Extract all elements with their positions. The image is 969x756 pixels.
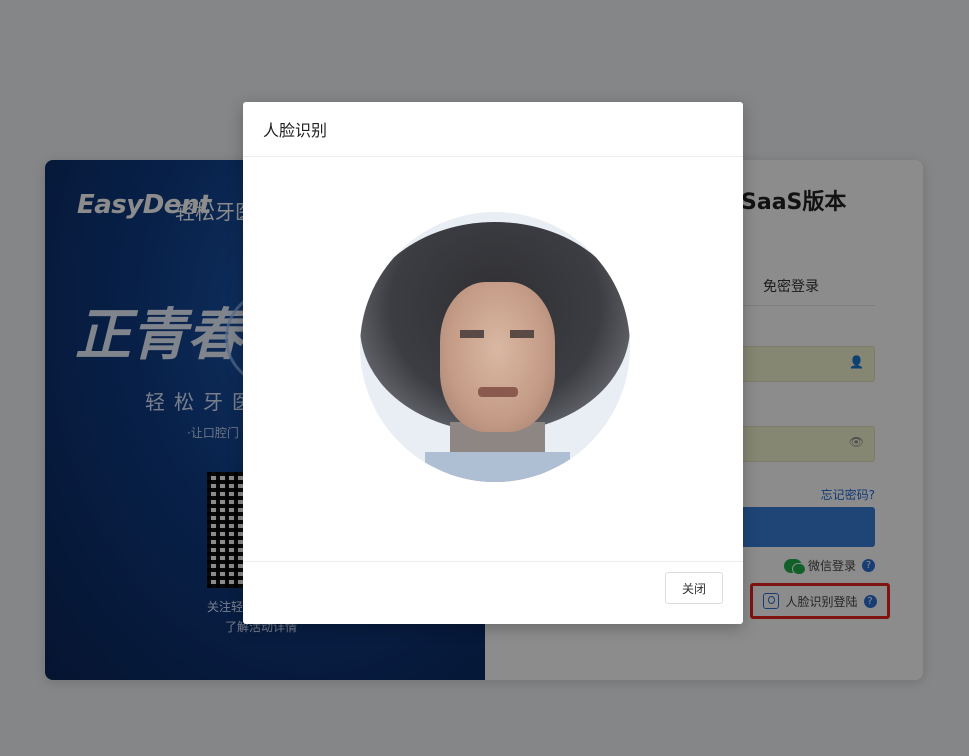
camera-face-shape [440,282,555,432]
camera-eye-shape [510,330,534,338]
camera-mouth-shape [478,387,518,397]
camera-eye-shape [460,330,484,338]
dialog-footer: 关闭 [243,561,743,624]
close-button[interactable]: 关闭 [664,572,723,604]
dialog-title: 人脸识别 [263,121,328,140]
face-recognition-dialog: 人脸识别 关闭 [243,102,743,624]
camera-collar-shape [425,452,570,482]
dialog-body [243,157,743,561]
dialog-header: 人脸识别 [243,102,743,157]
camera-preview [360,212,630,482]
